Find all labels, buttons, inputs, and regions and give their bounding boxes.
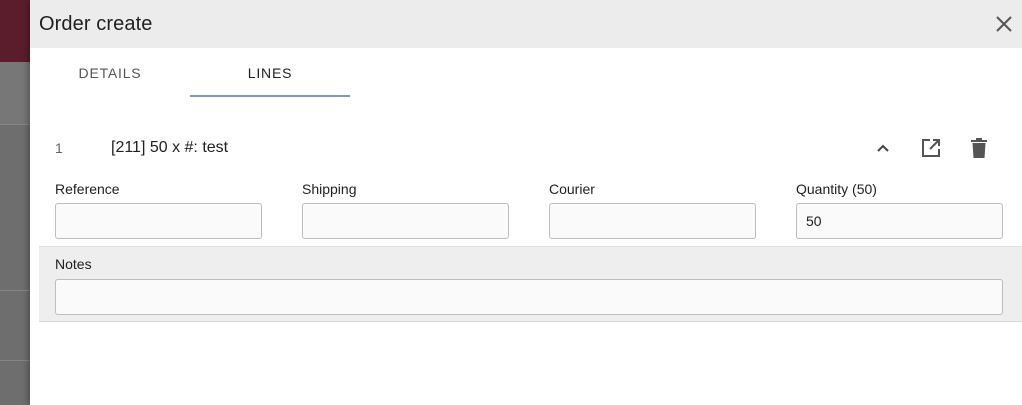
divider <box>0 290 30 291</box>
shipping-input[interactable] <box>302 203 509 239</box>
tab-bar: DETAILS LINES <box>30 48 1022 97</box>
dialog-title: Order create <box>39 12 153 35</box>
reference-field: Reference <box>55 181 262 239</box>
divider <box>0 360 30 361</box>
notes-input[interactable] <box>55 279 1003 315</box>
close-icon[interactable] <box>992 12 1016 36</box>
quantity-input[interactable] <box>796 203 1003 239</box>
reference-label: Reference <box>55 181 120 197</box>
open-in-new-icon[interactable] <box>918 135 944 161</box>
reference-input[interactable] <box>55 203 262 239</box>
app-header-bar <box>0 0 30 62</box>
line-title: [211] 50 x #: test <box>111 139 229 156</box>
shipping-field: Shipping <box>302 181 509 239</box>
toolbar-strip <box>0 62 30 124</box>
page-backdrop <box>0 0 30 405</box>
order-line: 1 [211] 50 x #: test <box>30 97 1022 177</box>
quantity-field: Quantity (50) <box>796 181 1003 239</box>
line-number: 1 <box>55 140 63 156</box>
courier-label: Courier <box>549 181 595 197</box>
divider <box>0 124 30 125</box>
courier-field: Courier <box>549 181 756 239</box>
notes-panel: Notes <box>39 246 1022 322</box>
notes-label: Notes <box>55 256 92 272</box>
delete-icon[interactable] <box>966 135 992 161</box>
tab-lines[interactable]: LINES <box>190 48 350 97</box>
tab-details[interactable]: DETAILS <box>30 48 190 97</box>
courier-input[interactable] <box>549 203 756 239</box>
shipping-label: Shipping <box>302 181 357 197</box>
dialog-header: Order create <box>30 0 1022 48</box>
chevron-up-icon[interactable] <box>870 135 896 161</box>
quantity-label: Quantity (50) <box>796 181 877 197</box>
order-create-dialog: Order create DETAILS LINES 1 [211] 50 x … <box>30 0 1022 405</box>
order-line-header: 1 [211] 50 x #: test <box>30 97 1022 177</box>
